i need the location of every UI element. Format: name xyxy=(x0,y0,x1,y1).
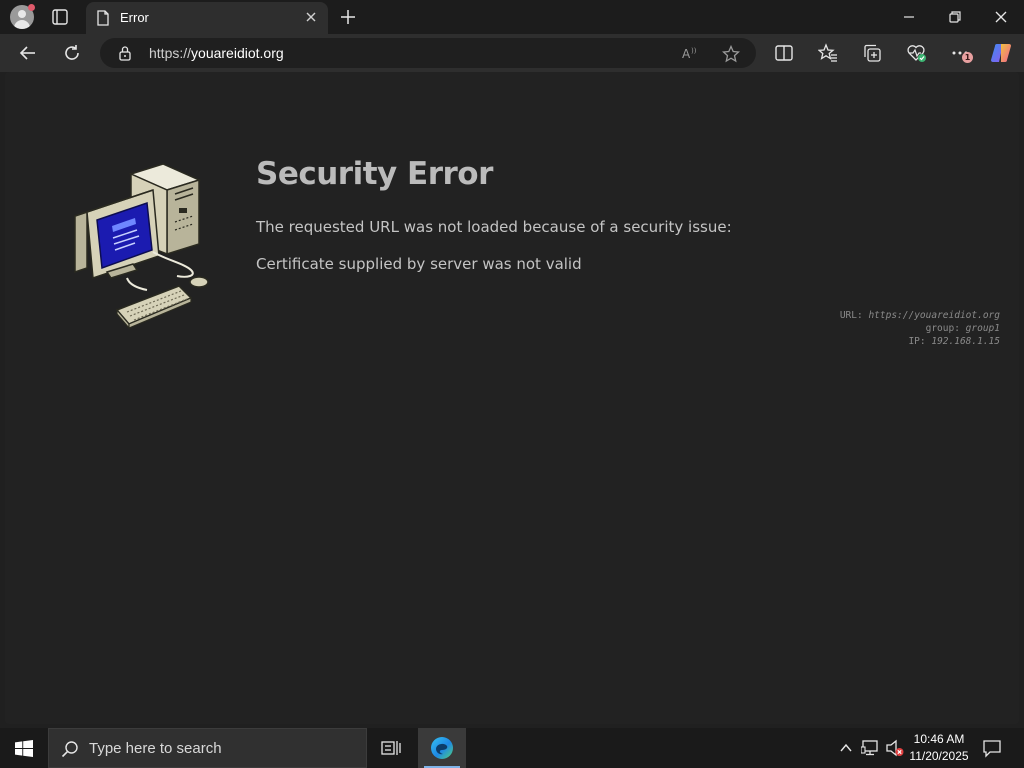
computer-illustration xyxy=(74,163,209,330)
windows-taskbar: Type here to search 10:46 AM 11/20/2025 xyxy=(0,728,1024,768)
request-ip-value: 192.168.1.15 xyxy=(931,336,1000,347)
avatar-head xyxy=(18,10,26,18)
request-ip-line: IP: 192.168.1.15 xyxy=(840,335,1000,348)
close-window-icon[interactable] xyxy=(992,8,1010,26)
windows-logo-icon xyxy=(15,740,33,757)
edge-browser-icon xyxy=(431,737,453,759)
clock-date: 11/20/2025 xyxy=(909,749,969,763)
avatar-body xyxy=(14,20,30,29)
active-tab[interactable]: Error xyxy=(86,2,328,34)
minimize-icon[interactable] xyxy=(900,8,918,26)
request-group-value: group1 xyxy=(965,323,1000,334)
request-url-label: URL: xyxy=(839,310,863,321)
new-tab-icon[interactable] xyxy=(338,7,358,27)
tab-actions-icon[interactable] xyxy=(50,8,70,26)
url-host: youareidiot.org xyxy=(191,45,284,61)
browser-essentials-icon[interactable] xyxy=(906,43,928,63)
taskbar-search-box[interactable]: Type here to search xyxy=(48,728,367,768)
request-url-line: URL: https://youareidiot.org xyxy=(840,309,1000,322)
url-scheme: https:// xyxy=(149,45,192,61)
page-title: Security Error xyxy=(256,156,493,192)
volume-muted-icon[interactable] xyxy=(885,739,905,757)
favorites-icon[interactable] xyxy=(818,43,838,63)
system-clock[interactable]: 10:46 AM 11/20/2025 xyxy=(906,731,972,765)
page-content: Security Error The requested URL was not… xyxy=(5,72,1019,724)
refresh-icon[interactable] xyxy=(62,43,82,63)
notifications-icon[interactable] xyxy=(982,738,1002,758)
notification-badge: 1 xyxy=(962,52,973,63)
request-group-line: group: group1 xyxy=(840,322,1000,335)
url-text: https://youareidiot.org xyxy=(149,45,284,61)
task-view-icon[interactable] xyxy=(380,738,402,758)
request-url-value: https://youareidiot.org xyxy=(868,310,1000,321)
svg-text:A: A xyxy=(682,47,691,61)
taskbar-edge-button[interactable] xyxy=(418,728,466,768)
settings-more[interactable]: 1 xyxy=(950,43,976,65)
clock-time: 10:46 AM xyxy=(913,732,965,746)
browser-toolbar: https://youareidiot.org A )) 1 xyxy=(0,34,1024,72)
back-arrow-icon[interactable] xyxy=(18,43,38,63)
error-message: The requested URL was not loaded because… xyxy=(256,218,732,236)
page-icon xyxy=(97,10,109,26)
profile-status-dot xyxy=(28,4,35,11)
request-info: URL: https://youareidiot.org group: grou… xyxy=(840,309,1000,348)
browser-tab-strip: Error xyxy=(0,0,1024,34)
collections-icon[interactable] xyxy=(862,43,882,63)
chevron-up-icon[interactable] xyxy=(839,741,853,755)
lock-icon[interactable] xyxy=(118,45,132,61)
start-button[interactable] xyxy=(0,728,48,768)
address-bar[interactable]: https://youareidiot.org A )) xyxy=(100,38,756,68)
request-ip-label: IP: xyxy=(908,336,926,347)
favorite-star-icon[interactable] xyxy=(722,45,740,63)
read-aloud-icon[interactable]: A )) xyxy=(681,45,699,61)
request-group-label: group: xyxy=(925,323,960,334)
search-placeholder: Type here to search xyxy=(89,740,222,757)
search-icon xyxy=(61,741,78,758)
network-icon[interactable] xyxy=(861,739,881,757)
tab-close-icon[interactable] xyxy=(304,10,318,24)
tab-title: Error xyxy=(120,10,149,25)
split-screen-icon[interactable] xyxy=(774,43,794,63)
copilot-icon[interactable] xyxy=(990,42,1014,64)
restore-icon[interactable] xyxy=(946,8,964,26)
svg-text:)): )) xyxy=(691,47,697,55)
notification-badge-count: 1 xyxy=(964,53,971,62)
error-detail: Certificate supplied by server was not v… xyxy=(256,255,582,273)
